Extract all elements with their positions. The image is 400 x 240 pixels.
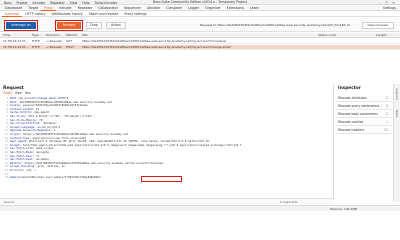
- row-time: 11:58:16 24 M...: [3, 39, 28, 43]
- inspector-row-label: Request headers: [338, 128, 365, 132]
- row-method: POST: [66, 45, 74, 49]
- highlight-box: [141, 176, 182, 182]
- tab-decoder[interactable]: Decoder: [144, 6, 163, 11]
- header-name: email=: [10, 175, 20, 180]
- tab-repeater[interactable]: Repeater: [75, 6, 96, 11]
- tab-extensions[interactable]: Extensions: [224, 6, 247, 11]
- col-direction[interactable]: Direction: [46, 33, 60, 38]
- tab-websockets-history[interactable]: WebSockets history: [49, 12, 86, 17]
- table-row[interactable]: 11:58:16 24 M... HTTP → Request GET http…: [0, 39, 400, 44]
- inspector-row-attributes[interactable]: Request attributes 2: [335, 94, 392, 102]
- inspector-row-count: 0: [386, 104, 388, 108]
- inspector-row-label: Request body parameters: [338, 112, 379, 116]
- tab-proxy-settings[interactable]: Proxy settings: [121, 12, 149, 17]
- col-status-code[interactable]: Status code: [318, 33, 336, 38]
- col-url[interactable]: URL: [82, 33, 88, 38]
- side-tab-inspector[interactable]: Inspector: [395, 88, 398, 100]
- tab-intercept[interactable]: Intercept: [2, 12, 23, 17]
- row-method: GET: [66, 39, 73, 43]
- minimize-icon[interactable]: –: [376, 1, 383, 5]
- tab-learn[interactable]: Learn: [247, 6, 262, 11]
- tab-comparer[interactable]: Comparer: [163, 6, 185, 11]
- request-line: 23 email=wiener%40normal-user.net&csrf=0R…: [2, 175, 101, 180]
- main-tabs: Dashboard Target Proxy Intruder Repeater…: [0, 6, 400, 11]
- inspector-title: Inspector: [338, 86, 361, 91]
- inspector-row-cookies[interactable]: Request cookies 1: [335, 118, 392, 126]
- side-tab-strip: Inspector Notes: [393, 84, 400, 202]
- tab-target[interactable]: Target: [25, 6, 41, 11]
- inspector-row-label: Request query parameters: [338, 104, 380, 108]
- line-number: 23: [4, 175, 8, 180]
- request-editor[interactable]: 1 POST /my-account/change-email HTTP/2 2 Ho…: [2, 96, 332, 197]
- settings-button[interactable]: Settings: [383, 6, 396, 11]
- inspector-row-label: Request cookies: [338, 120, 364, 124]
- highlight-box: [4, 20, 38, 31]
- col-method[interactable]: Method: [66, 33, 77, 38]
- window-controls: – □ ✕: [376, 0, 397, 5]
- col-time[interactable]: Time: [3, 33, 10, 38]
- tab-collaborator[interactable]: Collaborator: [95, 6, 121, 11]
- tab-proxy[interactable]: Proxy: [41, 6, 56, 11]
- tab-sequencer[interactable]: Sequencer: [121, 6, 144, 11]
- drop-button[interactable]: Drop: [86, 22, 102, 29]
- tab-match-replace[interactable]: Match and replace: [86, 12, 122, 17]
- inspector-row-count: 1: [386, 120, 388, 124]
- inspector-row-headers[interactable]: Request headers 21: [335, 126, 392, 134]
- table-header: Time Type Direction Method URL Status co…: [0, 33, 400, 38]
- inspector-row-body-params[interactable]: Request body parameters 2: [335, 110, 392, 118]
- inspector-row-count: 2: [386, 96, 388, 100]
- tab-intruder[interactable]: Intruder: [56, 6, 75, 11]
- search-bar: Search 0 highlights: [0, 198, 334, 204]
- col-type[interactable]: Type: [32, 33, 39, 38]
- row-time: 11:58:19 24 M...: [3, 45, 28, 49]
- action-button[interactable]: Action: [106, 22, 126, 29]
- header-value: text/html,application/xhtml+xml,applicat…: [22, 142, 242, 147]
- inspector-row-count: 21: [384, 128, 388, 132]
- col-length[interactable]: Length: [376, 33, 386, 38]
- memory-indicator: Memory: 145.4MB: [330, 207, 358, 211]
- tab-logger[interactable]: Logger: [185, 6, 202, 11]
- inspector-row-query-params[interactable]: Request query parameters 0: [335, 102, 392, 110]
- side-tab-notes[interactable]: Notes: [395, 110, 398, 118]
- table-row-selected[interactable]: 11:58:19 24 M... HTTP → Request POST htt…: [0, 45, 400, 50]
- header-value: gzip, deflate, br: [37, 164, 66, 169]
- header-value: wiener%40normal-user.net&csrf=0Rr9xWvT3Z…: [19, 175, 101, 180]
- inspector-row-label: Request attributes: [338, 96, 367, 100]
- highlight-box: [55, 20, 83, 31]
- maximize-icon[interactable]: □: [383, 1, 390, 5]
- request-target-url: Request to https://0a1f00d303f4c0de80e2c…: [200, 23, 350, 27]
- tab-http-history[interactable]: HTTP history: [22, 12, 48, 17]
- proxy-sub-tabs: Intercept HTTP history WebSockets histor…: [0, 12, 400, 17]
- row-type: HTTP: [32, 39, 40, 43]
- tab-dashboard[interactable]: Dashboard: [2, 6, 25, 11]
- tab-organizer[interactable]: Organizer: [202, 6, 224, 11]
- inspector-row-count: 2: [386, 112, 388, 116]
- header-name: Priority:: [10, 168, 27, 172]
- row-url: https://0a1f00d303f4c0de80e2cd4f001a00ee…: [82, 39, 227, 43]
- row-direction: → Request: [46, 39, 62, 43]
- header-value: u=0, i: [26, 168, 36, 172]
- row-type: HTTP: [32, 45, 40, 49]
- status-bar: Memory: 145.4MB: [0, 205, 400, 211]
- row-direction: → Request: [46, 45, 62, 49]
- open-browser-button[interactable]: Open browser: [362, 22, 394, 29]
- close-icon[interactable]: ✕: [390, 1, 397, 5]
- row-url: https://0a1f00d303f4c0de80e2cd4f001a00ee…: [82, 45, 231, 49]
- window-title: Burp Suite Community Edition v2024.x - T…: [152, 0, 248, 4]
